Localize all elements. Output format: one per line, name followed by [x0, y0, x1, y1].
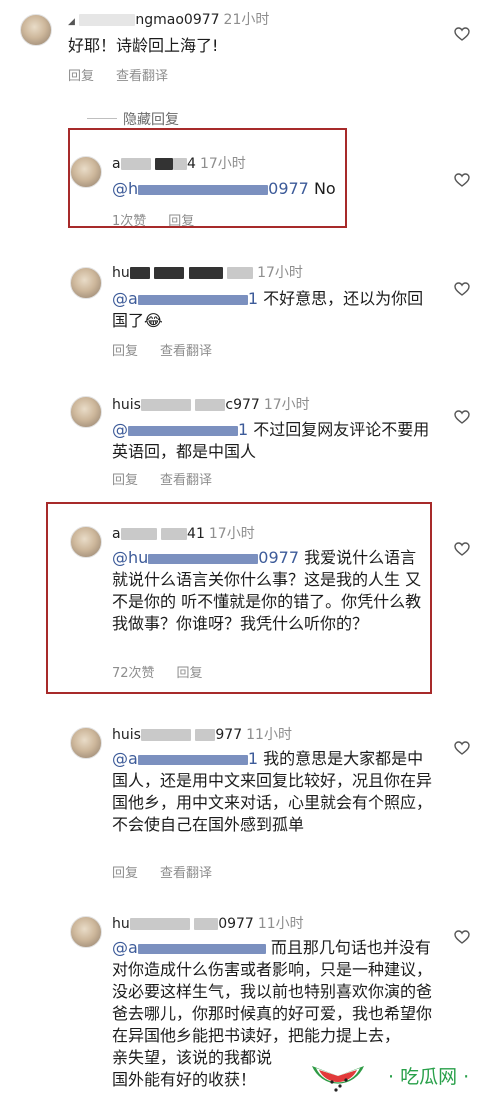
heart-icon[interactable] [454, 410, 470, 424]
mention[interactable]: @h 0977 [112, 179, 309, 198]
reply-button[interactable]: 回复 [112, 473, 138, 488]
avatar[interactable] [70, 526, 102, 558]
mention[interactable]: @1 [112, 420, 248, 439]
reply-button[interactable]: 回复 [68, 69, 94, 84]
avatar[interactable] [70, 727, 102, 759]
translate-button[interactable]: 查看翻译 [160, 473, 212, 488]
watermelon-icon [306, 1044, 370, 1108]
avatar[interactable] [70, 396, 102, 428]
comment-text: @a 1 不好意思，还以为你回国了😂 [112, 289, 424, 330]
translate-button[interactable]: 查看翻译 [160, 866, 212, 881]
heart-icon[interactable] [454, 173, 470, 187]
comment-time: 11小时 [246, 727, 292, 743]
avatar[interactable] [20, 14, 52, 46]
comment-time: 17小时 [263, 397, 310, 413]
comment-time: 17小时 [199, 156, 246, 172]
watermark-logo: · 吃瓜网 · [302, 1040, 497, 1108]
likes-count[interactable]: 1次赞 [112, 214, 146, 229]
reply-button[interactable]: 回复 [112, 344, 138, 359]
watermark-text: · 吃瓜网 · [388, 1066, 470, 1088]
reply-button[interactable]: 回复 [168, 214, 194, 229]
heart-icon[interactable] [454, 282, 470, 296]
comment-actions: 回复 查看翻译 [112, 469, 234, 488]
comment-text: @hu 0977 我爱说什么语言就说什么语言关你什么事？这是我的人生 又不是你的 … [112, 548, 422, 633]
hidden-replies-toggle[interactable]: 隐藏回复 [123, 109, 179, 129]
translate-button[interactable]: 查看翻译 [160, 344, 212, 359]
comment-username[interactable]: a 4 17小时 [112, 153, 246, 173]
likes-count[interactable]: 72次赞 [112, 666, 155, 681]
comment-time: 11小时 [257, 916, 304, 932]
comment-text: @a 而且那几句话也并没有对你造成什么伤害或者影响，只是一种建议，没必要这样生气… [112, 938, 433, 1045]
comment-actions: 72次赞 回复 [112, 662, 225, 681]
comment-actions: 回复 查看翻译 [112, 862, 234, 881]
translate-button[interactable]: 查看翻译 [116, 69, 168, 84]
heart-icon[interactable] [454, 542, 470, 556]
avatar[interactable] [70, 267, 102, 299]
comment-actions: 回复 查看翻译 [112, 340, 234, 359]
heart-icon[interactable] [454, 930, 470, 944]
comment-username[interactable]: a 41 17小时 [112, 523, 255, 543]
comment-username[interactable]: ◢ ngmao0977 21小时 [68, 9, 269, 29]
comment-time: 21小时 [223, 12, 270, 28]
comment-time: 17小时 [208, 526, 255, 542]
comment-text: @1 不过回复网友评论不要用英语回，都是中国人 [112, 420, 430, 461]
mention[interactable]: @a [112, 938, 266, 957]
comment-username[interactable]: huis 977 11小时 [112, 724, 292, 744]
heart-icon[interactable] [454, 27, 470, 41]
divider [87, 118, 117, 119]
avatar[interactable] [70, 156, 102, 188]
heart-icon[interactable] [454, 741, 470, 755]
avatar[interactable] [70, 916, 102, 948]
mention[interactable]: @hu 0977 [112, 548, 299, 567]
comment-actions: 回复 查看翻译 [68, 65, 190, 84]
mention[interactable]: @a 1 [112, 289, 258, 308]
comment-username[interactable]: hu 0977 11小时 [112, 913, 304, 933]
comment-time: 17小时 [257, 265, 303, 281]
reply-button[interactable]: 回复 [112, 866, 138, 881]
comment-text: @h 0977 No [112, 179, 336, 198]
comment-username[interactable]: huis c977 17小时 [112, 394, 310, 414]
reply-button[interactable]: 回复 [177, 666, 203, 681]
comment-username[interactable]: hu 17小时 [112, 262, 303, 282]
mention[interactable]: @a 1 [112, 749, 258, 768]
comment-text: @a 1 我的意思是大家都是中国人，还是用中文来回复比较好，况且你在异国他乡，用中… [112, 749, 433, 834]
comment-actions: 1次赞 回复 [112, 210, 216, 229]
comment-text: 好耶！诗龄回上海了! [68, 36, 219, 55]
